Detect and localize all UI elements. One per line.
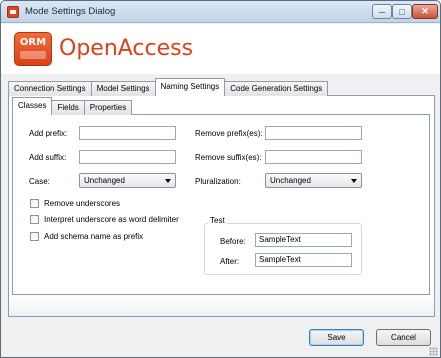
remove-prefixes-label: Remove prefix(es): <box>195 129 263 138</box>
remove-prefixes-input[interactable] <box>265 126 362 140</box>
test-group-title: Test <box>208 216 227 225</box>
add-suffix-label: Add suffix: <box>29 153 67 162</box>
checkbox-box[interactable] <box>30 232 39 241</box>
checkbox-label: Interpret underscore as word delimiter <box>44 215 179 224</box>
orm-logo: ORM <box>14 32 52 66</box>
remove-suffixes-input[interactable] <box>265 150 362 164</box>
chevron-down-icon <box>351 179 357 183</box>
maximize-button[interactable]: □ <box>392 4 412 19</box>
case-select-value: Unchanged <box>84 176 125 185</box>
cancel-button[interactable]: Cancel <box>376 329 431 346</box>
pluralization-select-value: Unchanged <box>270 176 311 185</box>
before-field: SampleText <box>255 233 352 247</box>
chevron-down-icon <box>165 179 171 183</box>
add-prefix-label: Add prefix: <box>29 129 68 138</box>
remove-suffixes-label: Remove suffix(es): <box>195 153 262 162</box>
checkbox-box[interactable] <box>30 199 39 208</box>
tab-properties[interactable]: Properties <box>83 100 133 115</box>
brand-name: OpenAccess <box>59 36 194 61</box>
app-icon <box>7 6 19 18</box>
add-prefix-input[interactable] <box>79 126 176 140</box>
remove-underscores-checkbox[interactable]: Remove underscores <box>30 199 120 208</box>
tab-classes[interactable]: Classes <box>12 97 53 115</box>
tab-naming-settings[interactable]: Naming Settings <box>154 78 226 96</box>
pluralization-label: Pluralization: <box>195 177 241 186</box>
inner-tab-strip: Classes Fields Properties <box>12 97 133 115</box>
tab-fields[interactable]: Fields <box>51 100 85 115</box>
logo-text: ORM <box>19 37 47 48</box>
banner: ORM OpenAccess <box>1 24 440 74</box>
close-button[interactable]: ✕ <box>412 4 438 19</box>
add-suffix-input[interactable] <box>79 150 176 164</box>
tab-code-generation-settings[interactable]: Code Generation Settings <box>224 81 329 96</box>
save-button[interactable]: Save <box>309 329 364 346</box>
outer-tab-strip: Connection Settings Model Settings Namin… <box>8 78 329 96</box>
before-label: Before: <box>220 237 246 246</box>
checkbox-label: Remove underscores <box>44 199 121 208</box>
dialog-window: Mode Settings Dialog ─ □ ✕ ORM OpenAcces… <box>0 0 441 358</box>
case-select[interactable]: Unchanged <box>79 173 176 188</box>
after-label: After: <box>220 257 240 266</box>
title-bar[interactable]: Mode Settings Dialog ─ □ ✕ <box>1 1 440 23</box>
underscore-word-delimiter-checkbox[interactable]: Interpret underscore as word delimiter <box>30 215 179 224</box>
minimize-button[interactable]: ─ <box>372 4 392 19</box>
test-group <box>204 223 362 275</box>
case-label: Case: <box>29 177 50 186</box>
schema-name-prefix-checkbox[interactable]: Add schema name as prefix <box>30 232 143 241</box>
panel-footer <box>9 296 434 316</box>
tab-connection-settings[interactable]: Connection Settings <box>8 81 92 96</box>
after-field: SampleText <box>255 253 352 267</box>
resize-grip-icon[interactable] <box>429 347 438 356</box>
tab-model-settings[interactable]: Model Settings <box>90 81 156 96</box>
checkbox-label: Add schema name as prefix <box>44 232 144 241</box>
pluralization-select[interactable]: Unchanged <box>265 173 362 188</box>
checkbox-box[interactable] <box>30 215 39 224</box>
window-title: Mode Settings Dialog <box>25 6 116 17</box>
